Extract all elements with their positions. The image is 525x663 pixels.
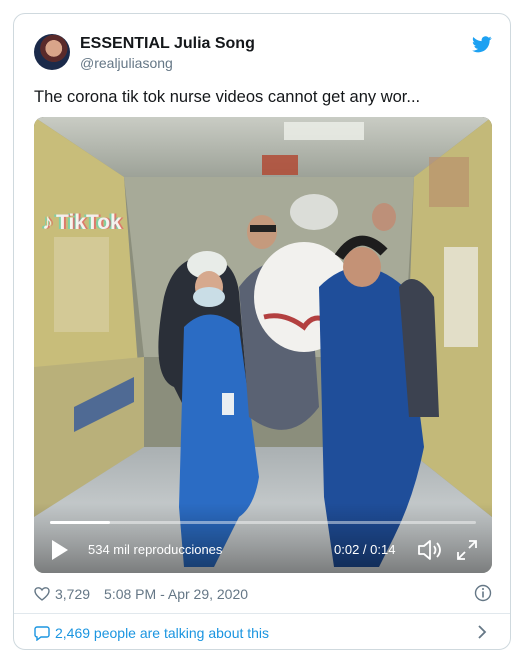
divider: [14, 613, 510, 614]
tweet-card[interactable]: ESSENTIAL Julia Song @realjuliasong The …: [13, 13, 511, 650]
twitter-bird-icon[interactable]: [472, 36, 492, 53]
heart-icon[interactable]: [34, 586, 50, 602]
tiktok-watermark: ♪ TikTok: [42, 209, 122, 235]
conversation-link[interactable]: 2,469 people are talking about this: [34, 623, 269, 643]
progress-bar[interactable]: [50, 521, 476, 524]
fullscreen-icon[interactable]: [455, 538, 479, 562]
tiktok-note-icon: ♪: [42, 209, 53, 234]
view-count: 534 mil reproducciones: [88, 542, 223, 557]
tweet-timestamp[interactable]: 5:08 PM - Apr 29, 2020: [104, 586, 248, 602]
conversation-link-label: 2,469 people are talking about this: [55, 625, 270, 641]
video-player[interactable]: ♪ TikTok 534 mil reproducciones 0:02 / 0:…: [34, 117, 492, 573]
info-icon[interactable]: [474, 584, 492, 602]
author-display-name[interactable]: ESSENTIAL Julia Song: [80, 35, 255, 53]
tweet-text: The corona tik tok nurse videos cannot g…: [34, 88, 421, 106]
tweet-meta: 3,729 5:08 PM - Apr 29, 2020: [34, 584, 248, 604]
play-icon[interactable]: [48, 539, 70, 561]
like-count[interactable]: 3,729: [55, 586, 90, 602]
author-handle[interactable]: @realjuliasong: [80, 55, 173, 71]
chevron-right-icon[interactable]: [476, 625, 488, 639]
speech-bubble-icon: [34, 626, 50, 641]
video-timecode: 0:02 / 0:14: [334, 542, 396, 557]
progress-bar-fill: [50, 521, 110, 524]
volume-icon[interactable]: [416, 538, 442, 562]
tiktok-watermark-text: TikTok: [56, 211, 122, 234]
avatar[interactable]: [34, 34, 70, 70]
